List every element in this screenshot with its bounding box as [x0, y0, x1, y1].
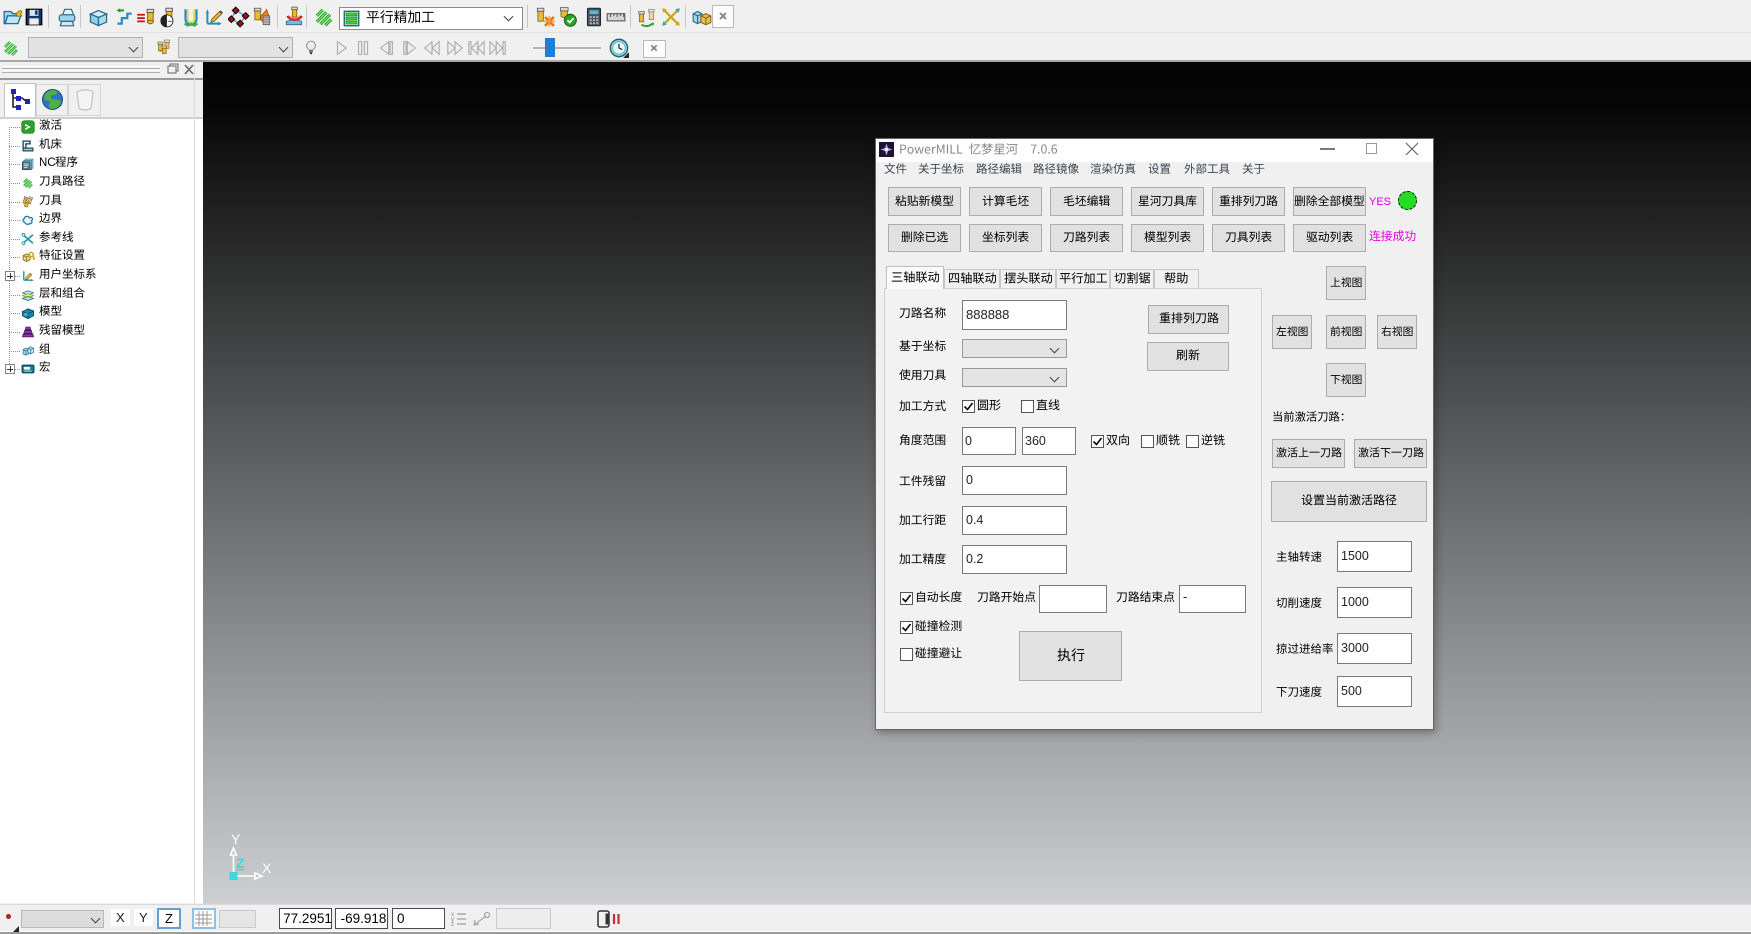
svg-text:Y: Y [231, 831, 241, 847]
svg-text:z: z [451, 922, 454, 927]
svg-text:X: X [262, 860, 272, 876]
svg-text:Z: Z [236, 855, 245, 871]
